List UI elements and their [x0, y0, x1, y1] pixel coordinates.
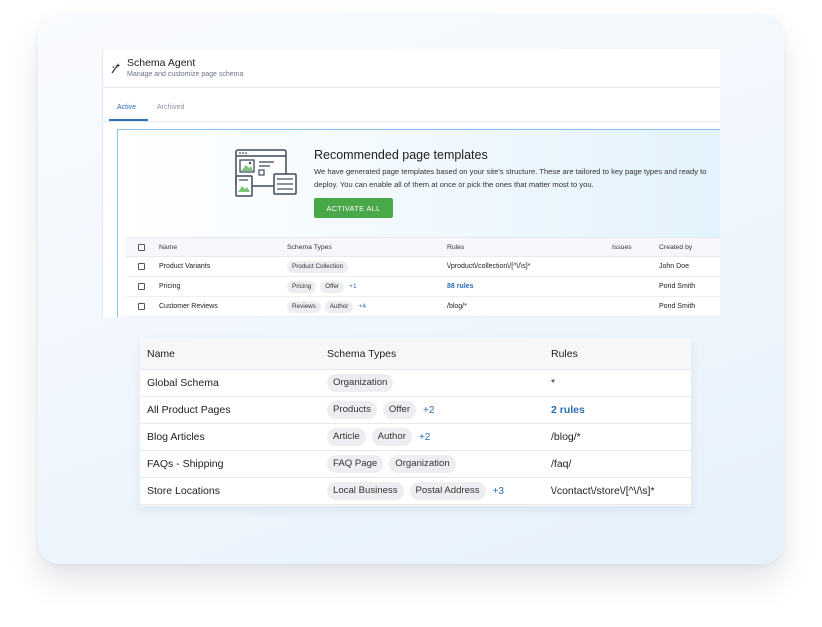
row-checkbox[interactable]	[138, 283, 145, 290]
app-title: Schema Agent	[127, 57, 196, 69]
recommended-description: We have generated page templates based o…	[314, 167, 707, 189]
select-all-cell[interactable]	[138, 238, 145, 256]
table-row[interactable]: All Product Pages Products Offer +2 2 rules	[140, 397, 691, 424]
row-rules: *	[551, 377, 556, 389]
select-all-checkbox[interactable]	[138, 243, 145, 251]
row-rules: \/product\/collection\/[^\/\s]*	[447, 263, 531, 270]
schema-type-chip: Postal Address	[409, 482, 486, 500]
more-types-link[interactable]: +2	[419, 432, 430, 443]
row-name[interactable]: Customer Reviews	[159, 297, 218, 316]
row-rules: \/contact\/store\/[^\/\s]*	[551, 485, 655, 497]
row-name[interactable]: Global Schema	[147, 370, 219, 396]
row-created-by: Pond Smith	[659, 303, 696, 310]
col-schema-types[interactable]: Schema Types	[287, 238, 332, 256]
more-types-link[interactable]: +4	[358, 303, 366, 310]
row-checkbox[interactable]	[138, 303, 145, 310]
table-row[interactable]: Pricing Pricing Offer +1 88 rules Pond Smith	[126, 277, 720, 297]
schemas-table-body: Global Schema Organization * All Product Pa…	[140, 370, 691, 505]
recommended-table-body: Product Variants Product Collection \/prod…	[126, 257, 720, 317]
col-schema-types[interactable]: Schema Types	[327, 338, 396, 369]
schema-type-chip: Article	[327, 428, 366, 446]
page-templates-illustration	[235, 149, 297, 197]
schema-type-chip: FAQ Page	[327, 455, 384, 473]
recommended-templates-table: Name Schema Types Rules Issues Created b…	[126, 237, 720, 317]
row-rules[interactable]: 2 rules	[551, 397, 585, 423]
row-rules[interactable]: 88 rules	[447, 277, 473, 296]
more-types-link[interactable]: +3	[493, 486, 504, 497]
agent-sparkle-icon	[111, 63, 121, 74]
table-header: Name Schema Types Rules Issues Created b…	[126, 237, 720, 257]
schema-type-chip: Local Business	[327, 482, 404, 500]
col-name[interactable]: Name	[147, 338, 175, 369]
row-name[interactable]: FAQs - Shipping	[147, 451, 223, 477]
row-schema-types: FAQ Page Organization	[327, 451, 462, 477]
schema-type-chip: Author	[324, 300, 354, 313]
row-rules: /blog/*	[551, 431, 581, 443]
row-name[interactable]: Product Variants	[159, 257, 210, 276]
row-schema-types: Product Collection	[287, 257, 352, 276]
table-row[interactable]: FAQs - Shipping FAQ Page Organization/faq/	[140, 451, 691, 478]
tab-active[interactable]: Active	[117, 104, 136, 111]
activate-all-button[interactable]: ACTIVATE ALL	[314, 198, 393, 218]
schema-type-chip: Product Collection	[287, 260, 349, 273]
row-select-cell[interactable]	[138, 297, 145, 316]
row-schema-types: Article Author +2	[327, 424, 430, 450]
schemas-table: Name Schema Types Rules Global Schema Org…	[140, 338, 691, 506]
table-row[interactable]: Product Variants Product Collection \/prod…	[126, 257, 720, 277]
row-select-cell[interactable]	[138, 277, 145, 296]
tab-archived[interactable]: Archived	[157, 104, 184, 111]
row-checkbox[interactable]	[138, 263, 145, 270]
col-created-by[interactable]: Created by	[659, 238, 692, 256]
row-schema-types: Reviews Author +4	[287, 297, 366, 316]
more-types-link[interactable]: +1	[349, 283, 357, 290]
schema-type-chip: Organization	[389, 455, 456, 473]
schema-agent-window: Schema Agent Manage and customize page s…	[102, 49, 720, 317]
row-rules: /faq/	[551, 458, 572, 470]
app-subtitle: Manage and customize page schema	[127, 71, 244, 78]
col-rules[interactable]: Rules	[551, 338, 578, 369]
schema-type-chip: Pricing	[287, 280, 317, 293]
schema-type-chip: Organization	[327, 374, 394, 392]
recommended-title: Recommended page templates	[314, 148, 488, 162]
table-row[interactable]: Store Locations Local Business Postal Addr…	[140, 478, 691, 505]
row-name[interactable]: All Product Pages	[147, 397, 230, 423]
row-name[interactable]: Pricing	[159, 277, 180, 296]
recommended-templates-panel: Recommended page templates We have gener…	[117, 129, 720, 317]
table-row[interactable]: Blog Articles Article Author +2/blog/*	[140, 424, 691, 451]
row-name[interactable]: Store Locations	[147, 478, 220, 504]
table-row[interactable]: Customer Reviews Reviews Author +4/blog/* Po…	[126, 297, 720, 317]
row-schema-types: Organization	[327, 370, 399, 396]
row-schema-types: Pricing Offer +1	[287, 277, 357, 296]
tab-bar: Active Archived	[103, 95, 720, 122]
row-created-by: Pond Smith	[659, 283, 696, 290]
schema-type-chip: Offer	[382, 401, 417, 419]
row-schema-types: Local Business Postal Address +3	[327, 478, 504, 504]
more-types-link[interactable]: +2	[423, 405, 434, 416]
table-header: Name Schema Types Rules	[140, 338, 691, 370]
schema-type-chip: Products	[327, 401, 377, 419]
schema-type-chip: Author	[371, 428, 412, 446]
col-rules[interactable]: Rules	[447, 238, 464, 256]
col-issues[interactable]: Issues	[612, 238, 632, 256]
schema-type-chip: Offer	[320, 280, 345, 293]
schema-type-chip: Reviews	[287, 300, 321, 313]
app-header: Schema Agent Manage and customize page s…	[103, 49, 720, 88]
active-tab-indicator	[109, 119, 148, 121]
row-schema-types: Products Offer +2	[327, 397, 434, 423]
row-created-by: John Doe	[659, 263, 689, 270]
row-rules: /blog/*	[447, 303, 467, 310]
row-select-cell[interactable]	[138, 257, 145, 276]
table-row[interactable]: Global Schema Organization *	[140, 370, 691, 397]
row-name[interactable]: Blog Articles	[147, 424, 205, 450]
col-name[interactable]: Name	[159, 238, 177, 256]
